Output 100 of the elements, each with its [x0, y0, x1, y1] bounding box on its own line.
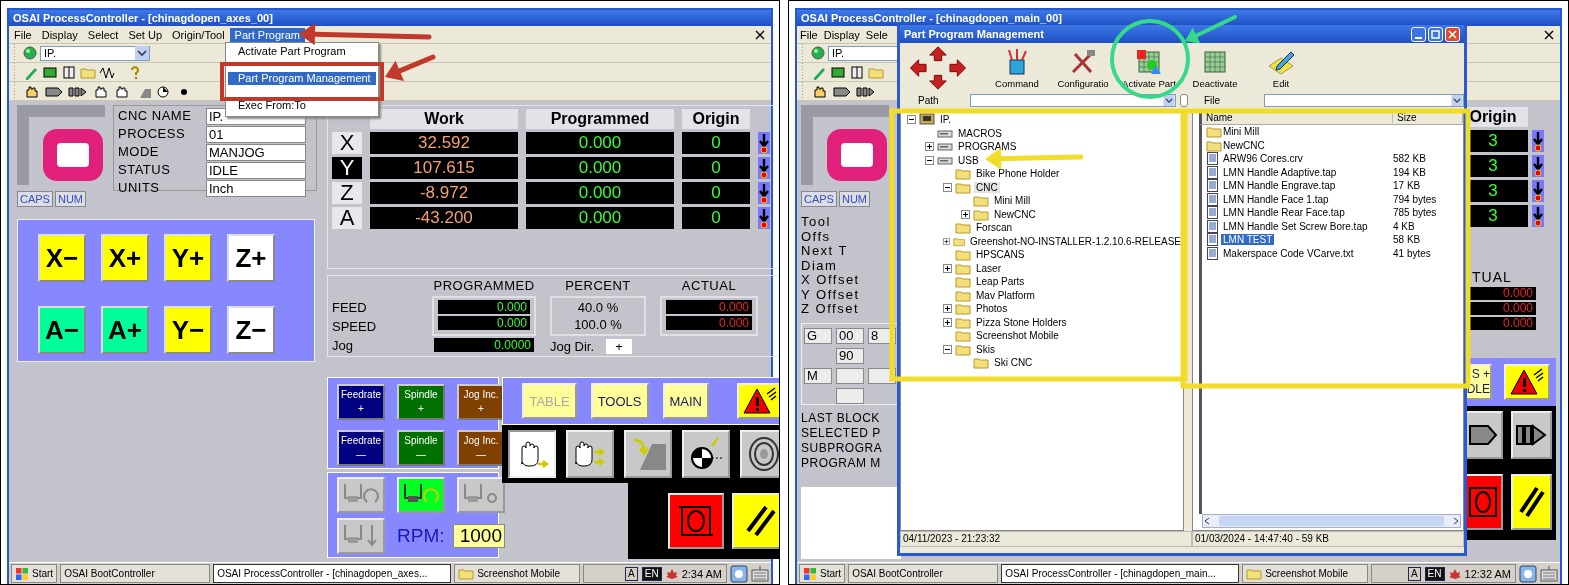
menu-item[interactable]: Display: [820, 27, 863, 42]
file-name[interactable]: NewCNC: [1221, 139, 1267, 151]
override-button[interactable]: Jog Inc. +: [457, 384, 505, 420]
slash-button[interactable]: [732, 493, 779, 549]
minimize-button[interactable]: [1411, 26, 1426, 42]
override-button[interactable]: Feedrate —: [337, 430, 385, 466]
start-button[interactable]: Start: [799, 564, 846, 583]
menu-item[interactable]: Part Program: [229, 27, 306, 42]
file-name[interactable]: LMN TEST: [1221, 234, 1275, 246]
tree-item[interactable]: Leap Parts: [974, 276, 1027, 288]
jog-button[interactable]: Y−: [164, 306, 212, 354]
column-header[interactable]: Name: [1202, 111, 1393, 123]
file-name[interactable]: ARW96 Cores.crv: [1221, 153, 1305, 165]
axis-label[interactable]: A: [332, 207, 362, 229]
cycle-button[interactable]: [668, 493, 724, 549]
file-name[interactable]: Makerspace Code VCarve.txt: [1221, 247, 1356, 259]
jog-button[interactable]: A−: [38, 306, 86, 354]
toolbar-button[interactable]: Deactivate: [1182, 47, 1248, 89]
menu-item[interactable]: Sele: [862, 27, 891, 42]
book-icon: [61, 64, 77, 80]
override-button[interactable]: Feedrate +: [337, 384, 385, 420]
spindle-button[interactable]: [397, 477, 445, 513]
menu-item[interactable]: File: [9, 27, 37, 42]
file-combo[interactable]: [1264, 93, 1464, 107]
mode-button[interactable]: [682, 430, 730, 478]
tree-item[interactable]: Greenshot-NO-INSTALLER-1.2.10.6-RELEASE: [968, 235, 1183, 247]
tree-item[interactable]: MACROS: [956, 127, 1004, 139]
tray-indicator[interactable]: A: [1407, 566, 1421, 581]
toolbar-button[interactable]: Configuratio: [1050, 47, 1116, 89]
menu-item[interactable]: Part Program Management: [228, 72, 376, 85]
menu-item[interactable]: Origin/Tool: [167, 27, 230, 42]
override-button[interactable]: Jog Inc. —: [457, 430, 505, 466]
tree-item[interactable]: Forscan: [974, 222, 1015, 234]
file-name[interactable]: LMN Handle Set Screw Bore.tap: [1221, 220, 1370, 232]
mode-button[interactable]: [740, 430, 779, 478]
tree-item[interactable]: Ski CNC: [992, 357, 1035, 369]
file-name[interactable]: LMN Handle Engrave.tap: [1221, 180, 1338, 192]
menu-item[interactable]: Activate Part Program: [228, 45, 376, 58]
taskbar-button[interactable]: Screenshot Mobile: [454, 564, 581, 583]
warning-button[interactable]: [737, 383, 779, 419]
tray-indicator[interactable]: EN: [641, 566, 662, 581]
page-button[interactable]: TOOLS: [590, 383, 649, 419]
tree-item[interactable]: CNC: [974, 181, 1000, 193]
tree-item[interactable]: NewCNC: [992, 208, 1038, 220]
tree-item[interactable]: PROGRAMS: [956, 141, 1019, 153]
menu-item[interactable]: Display: [36, 27, 83, 42]
jog-button[interactable]: X−: [38, 234, 86, 282]
toolbar-button[interactable]: Edit: [1248, 47, 1314, 89]
tree-item[interactable]: Bike Phone Holder: [974, 168, 1062, 180]
file-name[interactable]: LMN Handle Rear Face.tap: [1221, 207, 1347, 219]
tree-item[interactable]: IP.: [938, 114, 953, 126]
tree-item[interactable]: Screenshot Mobile: [974, 330, 1061, 342]
tray-indicator[interactable]: EN: [1424, 566, 1445, 581]
tree-item[interactable]: Laser: [974, 262, 1003, 274]
jog-button[interactable]: Y+: [164, 234, 212, 282]
tree-item[interactable]: Skis: [974, 343, 997, 355]
menu-item[interactable]: Select: [82, 27, 124, 42]
file-name[interactable]: Mini Mill: [1221, 126, 1262, 138]
axis-label[interactable]: Z: [332, 182, 362, 204]
work-value: 32.592: [370, 132, 518, 154]
page-button[interactable]: MAIN: [662, 383, 709, 419]
taskbar-button[interactable]: Screenshot Mobile: [1242, 564, 1369, 583]
tree-item[interactable]: HPSCANS: [974, 249, 1027, 261]
axis-label[interactable]: X: [332, 132, 362, 154]
menu-item[interactable]: File: [797, 27, 821, 42]
taskbar-button[interactable]: OSAI BootController: [848, 564, 999, 583]
scrollbar[interactable]: [1202, 514, 1461, 528]
jog-button[interactable]: X+: [101, 234, 149, 282]
slash-button[interactable]: [1511, 474, 1552, 530]
override-button[interactable]: Spindle —: [397, 430, 445, 466]
taskbar-button[interactable]: OSAI ProcessController - [chinagdopen_axes...: [213, 564, 452, 583]
jog-button[interactable]: A+: [101, 306, 149, 354]
tree-item[interactable]: Pizza Stone Holders: [974, 316, 1069, 328]
toolbar-button[interactable]: Command: [984, 47, 1050, 89]
actual-value: 0.000: [666, 315, 752, 330]
jog-button[interactable]: Z−: [227, 306, 275, 354]
tree-item[interactable]: Photos: [974, 303, 1010, 315]
file-name[interactable]: LMN Handle Face 1.tap: [1221, 193, 1331, 205]
mode-button[interactable]: [1511, 411, 1552, 459]
tree-item[interactable]: Mini Mill: [992, 195, 1033, 207]
menu-item[interactable]: Set Up: [123, 27, 168, 42]
axis-label[interactable]: Y: [332, 157, 362, 179]
column-header[interactable]: Size: [1393, 111, 1463, 123]
program-label: LAST BLOCK: [801, 410, 881, 426]
jog-button[interactable]: Z+: [227, 234, 275, 282]
path-combo[interactable]: [970, 93, 1177, 107]
close-button[interactable]: [1445, 26, 1460, 42]
file-name[interactable]: LMN Handle Adaptive.tap: [1221, 166, 1339, 178]
splitter-handle[interactable]: [1180, 93, 1188, 107]
start-button[interactable]: Start: [11, 564, 58, 583]
tray-indicator[interactable]: A: [625, 566, 638, 581]
warning-button[interactable]: [1504, 364, 1550, 400]
grid-icon: [830, 64, 846, 80]
taskbar-button[interactable]: OSAI ProcessController - [chinagdopen_main...: [1001, 564, 1240, 583]
override-button[interactable]: Spindle +: [397, 384, 445, 420]
maximize-button[interactable]: [1428, 26, 1443, 42]
tree-item[interactable]: USB: [956, 154, 981, 166]
process-combo[interactable]: IP.: [40, 45, 150, 61]
tree-item[interactable]: Mav Platform: [974, 289, 1037, 301]
taskbar-button[interactable]: OSAI BootController: [60, 564, 211, 583]
